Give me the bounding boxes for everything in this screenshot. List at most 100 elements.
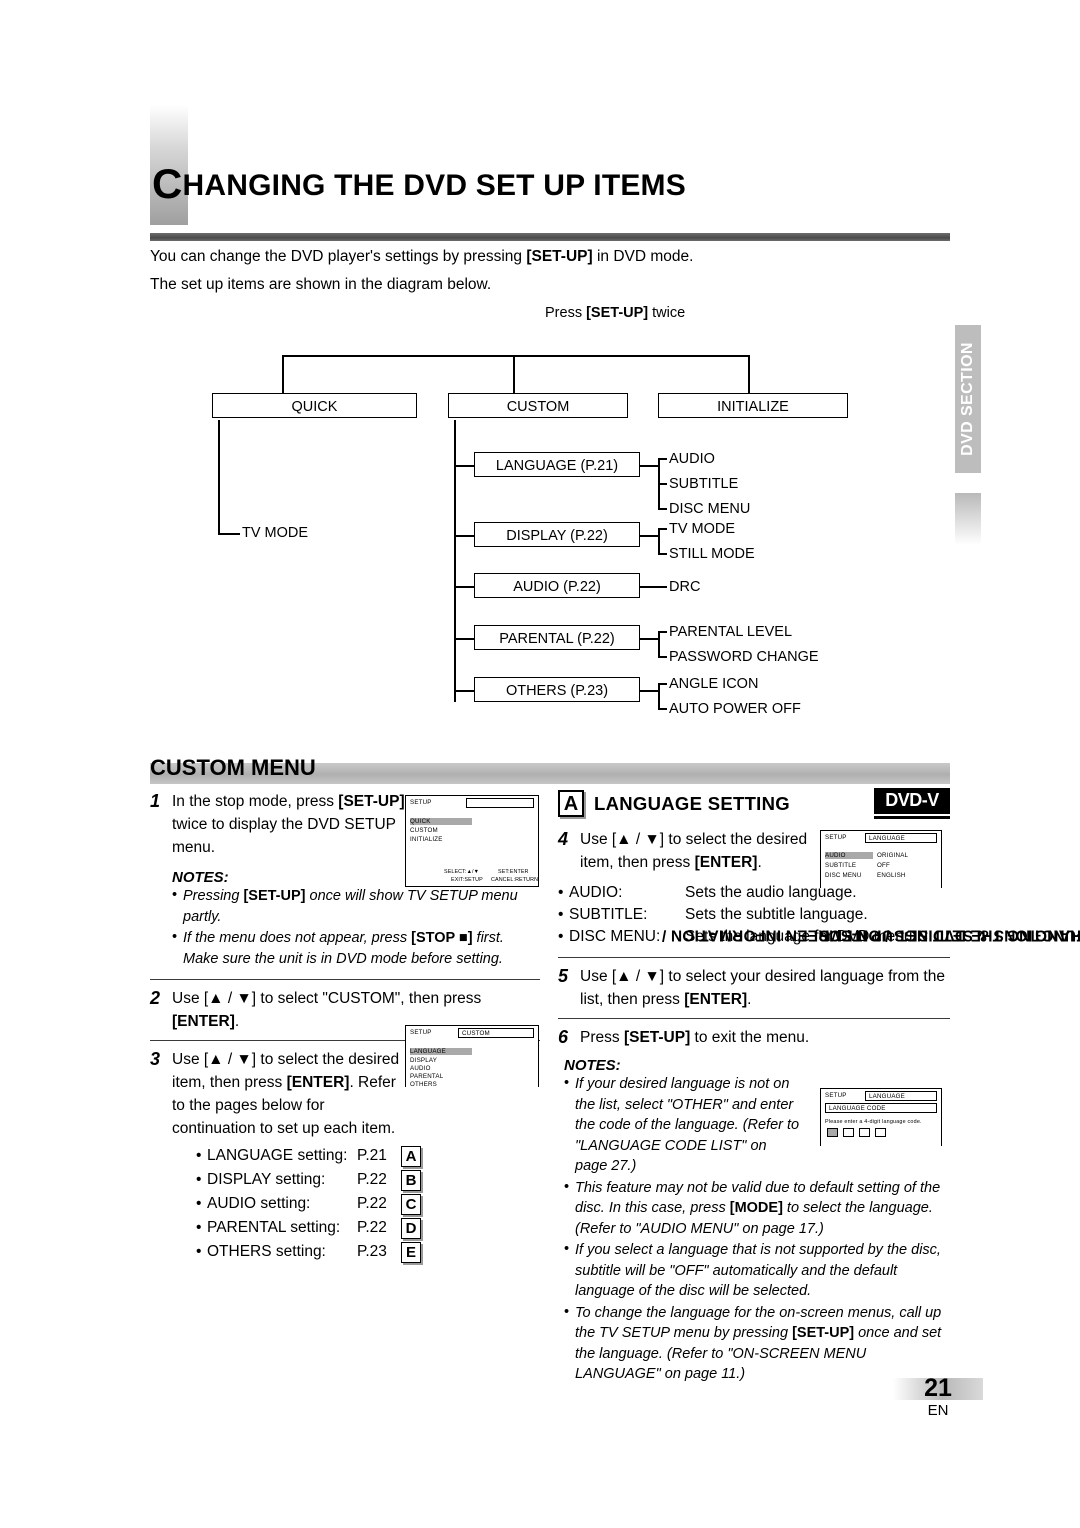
note-a: If you select a language that is not sup… xyxy=(575,1242,941,1299)
list-item: • AUDIO setting: P.22 C xyxy=(196,1192,540,1216)
bullet: • xyxy=(196,1171,202,1188)
diagram-box-language: LANGUAGE (P.21) xyxy=(474,452,640,477)
left-notes-list: Pressing [SET-UP] once will show TV SETU… xyxy=(172,885,540,969)
note-a: If your desired language is not on the l… xyxy=(575,1076,800,1174)
diagram-connector xyxy=(640,465,658,467)
sidebar-line-2: CHANGING THE DVD SET UP ITEMS xyxy=(817,926,1080,944)
intro-line-1-b: in DVD mode. xyxy=(592,248,694,265)
osd-title-box: LANGUAGE xyxy=(865,833,937,843)
osd-item-others: OTHERS xyxy=(410,1081,437,1087)
page-number-block: 21 EN xyxy=(893,1374,983,1420)
diagram-label-tv-mode-2: TV MODE xyxy=(669,521,736,537)
diagram-connector xyxy=(454,465,474,467)
right-note-item: If you select a language that is not sup… xyxy=(564,1239,950,1302)
diagram-connector xyxy=(658,683,667,685)
setting-name: PARENTAL setting: xyxy=(207,1219,341,1236)
diagram-connector xyxy=(658,708,667,710)
diagram-connector xyxy=(454,535,474,537)
intro-line-1: You can change the DVD player's settings… xyxy=(150,244,950,270)
diagram-label-auto-power-off: AUTO POWER OFF xyxy=(669,701,801,717)
badge-d: D xyxy=(401,1217,421,1239)
title-drop-cap: C xyxy=(152,160,183,207)
section-heading: CUSTOM MENU xyxy=(150,755,950,785)
left-note-item: Pressing [SET-UP] once will show TV SETU… xyxy=(172,885,540,927)
osd-language: SETUP LANGUAGE AUDIO ORIGINAL SUBTITLE O… xyxy=(820,830,942,888)
osd-digit-2 xyxy=(843,1128,854,1137)
badge-c: C xyxy=(401,1193,421,1215)
diagram-connector xyxy=(658,656,667,658)
step-1-a: In the stop mode, press xyxy=(172,793,339,810)
osd-language-code: SETUP LANGUAGE LANGUAGE CODE Please ente… xyxy=(820,1088,942,1146)
diagram-connector xyxy=(658,458,667,460)
step-1-b: twice to display the DVD SETUP menu. xyxy=(172,816,396,856)
diagram-connector xyxy=(640,535,658,537)
step-2-key: [ENTER] xyxy=(172,1013,235,1030)
bullet: • xyxy=(558,928,564,945)
osd-footer-set: SET:ENTER xyxy=(498,869,529,875)
badge-a-large: A xyxy=(558,790,584,817)
right-note-item: To change the language for the on-screen… xyxy=(564,1302,950,1385)
badge-a: A xyxy=(401,1145,421,1167)
title-rule xyxy=(150,233,950,241)
sidebar-tab-label: DVD SECTION xyxy=(959,342,976,456)
diagram-connector xyxy=(282,355,749,357)
setting-name: OTHERS setting: xyxy=(207,1243,326,1260)
step-4-number: 4 xyxy=(558,829,569,849)
setting-name: LANGUAGE setting: xyxy=(207,1147,348,1164)
step-6-b: to exit the menu. xyxy=(690,1029,810,1046)
diagram-connector xyxy=(658,553,667,555)
definition-term: AUDIO: xyxy=(569,884,623,901)
step-3-text: Use [▲ / ▼] to select the desired item, … xyxy=(172,1048,407,1140)
bullet: • xyxy=(558,884,564,901)
definition-term: SUBTITLE: xyxy=(569,906,648,923)
diagram-label-drc: DRC xyxy=(669,579,701,595)
setting-page: P.22 xyxy=(357,1219,387,1236)
osd-value-disc-menu: ENGLISH xyxy=(877,872,906,879)
osd-item-language: LANGUAGE xyxy=(410,1048,472,1055)
diagram-connector xyxy=(454,690,474,692)
note-key: [STOP ■] xyxy=(411,930,473,946)
setting-page: P.21 xyxy=(357,1147,387,1164)
diagram-connector xyxy=(640,638,658,640)
osd-value-subtitle: OFF xyxy=(877,862,890,869)
step-5-number: 5 xyxy=(558,966,569,986)
diagram-connector xyxy=(640,586,667,588)
title-rest: HANGING THE DVD SET UP ITEMS xyxy=(182,169,686,202)
osd-value-audio: ORIGINAL xyxy=(877,852,909,859)
diagram-label-angle-icon: ANGLE ICON xyxy=(669,676,759,692)
step-4-text: Use [▲ / ▼] to select the desired item, … xyxy=(580,828,820,874)
step-4-key: [ENTER] xyxy=(694,854,758,871)
diagram-connector xyxy=(658,483,667,485)
bullet: • xyxy=(196,1243,202,1260)
osd-label-setup: SETUP xyxy=(825,834,847,841)
note-a: If the menu does not appear, press xyxy=(183,930,412,946)
diagram-box-others: OTHERS (P.23) xyxy=(474,677,640,702)
page-language-code: EN xyxy=(927,1402,949,1419)
setting-page-list: • LANGUAGE setting: P.21 A • DISPLAY setting… xyxy=(196,1144,540,1264)
diagram-label-subtitle: SUBTITLE xyxy=(669,476,739,492)
osd-digit-1 xyxy=(827,1128,838,1137)
divider xyxy=(150,979,540,980)
note-key: [SET-UP] xyxy=(243,888,306,904)
osd-item-custom: CUSTOM xyxy=(410,827,438,834)
diagram-connector xyxy=(658,528,667,530)
setup-tree-diagram: Press [SET-UP] twice QUICK CUSTOM INITIA… xyxy=(150,300,940,725)
setting-page: P.23 xyxy=(357,1243,387,1260)
diagram-connector xyxy=(218,533,240,535)
definition-row: • SUBTITLE: Sets the subtitle language. xyxy=(558,904,950,926)
osd-footer-exit: EXIT:SETUP xyxy=(451,877,483,883)
intro-line-2: The set up items are shown in the diagra… xyxy=(150,276,492,293)
osd-item-parental: PARENTAL xyxy=(410,1073,444,1080)
diagram-connector xyxy=(282,355,284,393)
step-2-b: . xyxy=(234,1013,240,1030)
step-4-a: Use [▲ / ▼] to select the desired item, … xyxy=(580,831,808,871)
diagram-connector xyxy=(658,683,660,709)
diagram-connector xyxy=(218,420,220,534)
osd-item-display: DISPLAY xyxy=(410,1057,438,1064)
right-notes-title: NOTES: xyxy=(564,1057,621,1074)
sidebar-running-head: SPECIAL PLAYBACK FUNCTIONS & SETTINGS / … xyxy=(661,545,1080,1325)
osd-title-box: LANGUAGE xyxy=(865,1091,937,1101)
step-5-b: . xyxy=(747,991,752,1008)
diagram-caption-a: Press xyxy=(545,305,587,321)
diagram-caption-b: twice xyxy=(648,305,686,321)
